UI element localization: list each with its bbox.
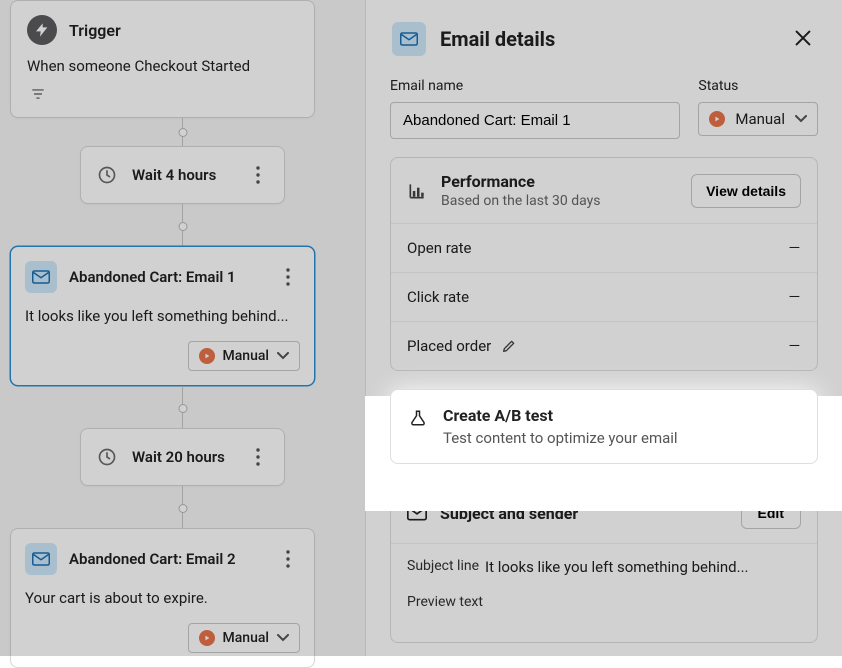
email-node-title: Abandoned Cart: Email 2 <box>69 550 264 568</box>
status-label: Status <box>698 78 818 94</box>
wait-label: Wait 4 hours <box>132 166 233 184</box>
status-dot-icon <box>199 348 215 364</box>
wait-label: Wait 20 hours <box>132 448 233 466</box>
email-name-input[interactable] <box>390 102 680 139</box>
wait-node-2[interactable]: Wait 20 hours <box>80 428 285 486</box>
email-node-menu-button[interactable] <box>276 261 300 293</box>
placed-order-value: – <box>788 334 801 358</box>
subject-line-value: It looks like you left something behind.… <box>485 558 748 576</box>
flow-canvas: Trigger When someone Checkout Started Wa… <box>0 0 365 656</box>
lightning-icon <box>27 15 57 45</box>
email-status-select[interactable]: Manual <box>188 623 300 653</box>
clock-icon <box>95 445 119 469</box>
clock-icon <box>95 163 119 187</box>
panel-title: Email details <box>440 27 778 51</box>
email-node-preview: Your cart is about to expire. <box>25 589 300 607</box>
chevron-down-icon <box>795 115 807 123</box>
mail-icon <box>25 261 57 293</box>
open-rate-label: Open rate <box>407 239 472 257</box>
preview-text-label: Preview text <box>407 594 483 610</box>
email-node-1[interactable]: Abandoned Cart: Email 1 It looks like yo… <box>10 246 315 386</box>
email-node-title: Abandoned Cart: Email 1 <box>69 268 264 286</box>
open-rate-row: Open rate – <box>391 223 817 272</box>
email-name-label: Email name <box>390 78 680 94</box>
click-rate-value: – <box>788 285 801 309</box>
status-label: Manual <box>223 630 269 646</box>
placed-order-row: Placed order – <box>391 321 817 370</box>
filter-icon[interactable] <box>27 85 49 103</box>
chevron-down-icon <box>277 352 289 360</box>
status-value: Manual <box>735 110 785 128</box>
create-ab-test-card[interactable]: Create A/B test Test content to optimize… <box>390 389 818 464</box>
status-label: Manual <box>223 348 269 364</box>
status-dot-icon <box>199 630 215 646</box>
email-node-preview: It looks like you left something behind.… <box>25 307 300 325</box>
view-details-button[interactable]: View details <box>691 174 801 208</box>
click-rate-label: Click rate <box>407 288 469 306</box>
mail-icon <box>25 543 57 575</box>
performance-title: Performance <box>441 172 677 191</box>
ab-test-title: Create A/B test <box>443 406 678 425</box>
performance-subtitle: Based on the last 30 days <box>441 193 677 209</box>
wait-menu-button[interactable] <box>246 159 270 191</box>
email-status-select[interactable]: Manual <box>188 341 300 371</box>
mail-icon <box>392 22 426 56</box>
chart-icon <box>407 181 427 201</box>
close-button[interactable] <box>792 27 816 51</box>
ab-test-subtitle: Test content to optimize your email <box>443 429 678 447</box>
click-rate-row: Click rate – <box>391 272 817 321</box>
trigger-description: When someone Checkout Started <box>27 57 298 75</box>
wait-node-1[interactable]: Wait 4 hours <box>80 146 285 204</box>
trigger-card[interactable]: Trigger When someone Checkout Started <box>10 0 315 118</box>
trigger-title: Trigger <box>69 21 121 40</box>
subject-line-label: Subject line <box>407 558 479 576</box>
wait-menu-button[interactable] <box>246 441 270 473</box>
open-rate-value: – <box>788 236 801 260</box>
email-node-menu-button[interactable] <box>276 543 300 575</box>
status-select[interactable]: Manual <box>698 102 818 136</box>
edit-icon[interactable] <box>501 338 517 354</box>
details-panel: Email details Email name Status <box>365 0 842 656</box>
flask-icon <box>409 408 427 428</box>
placed-order-label: Placed order <box>407 337 491 355</box>
email-node-2[interactable]: Abandoned Cart: Email 2 Your cart is abo… <box>10 528 315 668</box>
chevron-down-icon <box>277 634 289 642</box>
performance-section: Performance Based on the last 30 days Vi… <box>390 157 818 371</box>
status-dot-icon <box>709 111 725 127</box>
